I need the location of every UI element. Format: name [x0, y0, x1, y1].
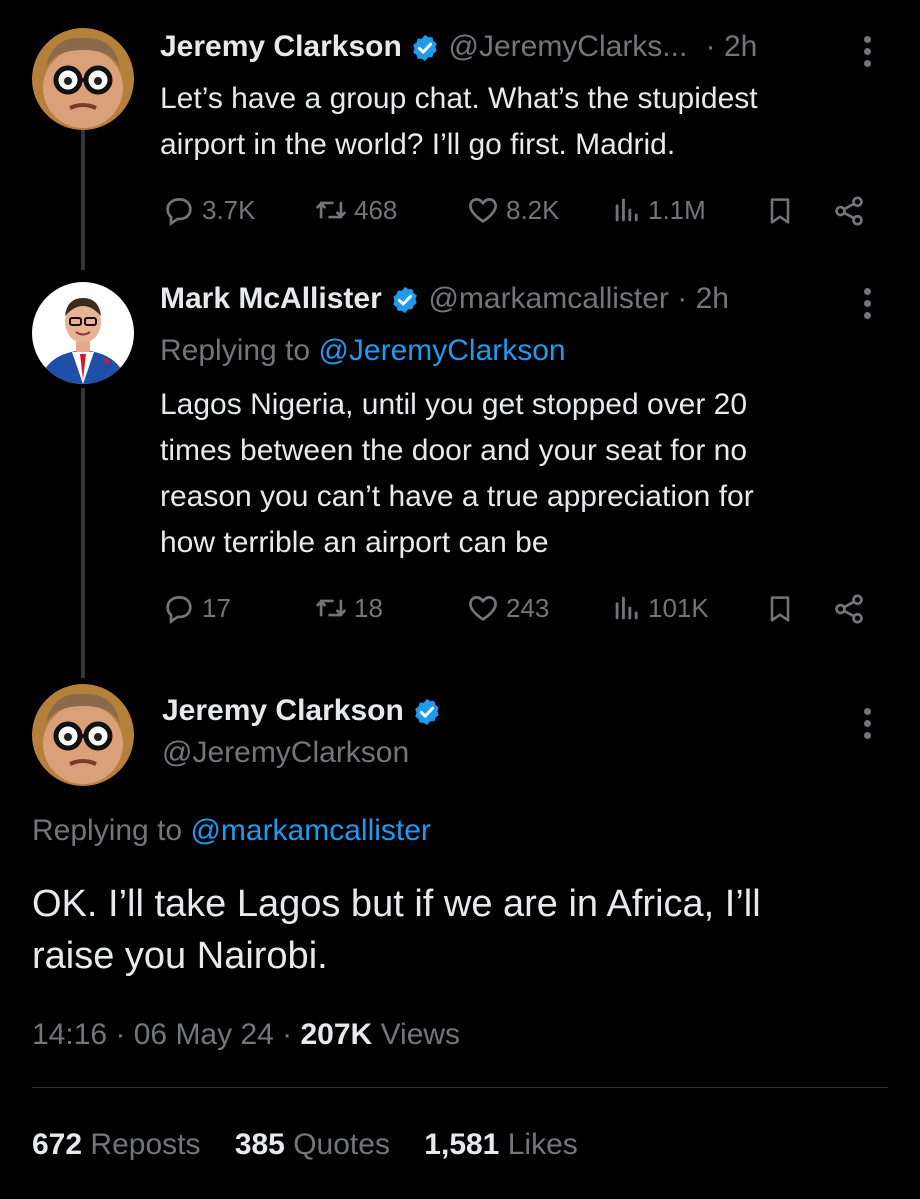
tweet-text: how terrible an airport can be [160, 526, 549, 559]
reply-button[interactable]: 17 [160, 591, 231, 625]
like-button[interactable]: 8.2K [464, 193, 560, 227]
avatar[interactable] [32, 282, 134, 384]
views-label: Views [380, 1018, 461, 1051]
repost-count: 468 [354, 194, 398, 225]
views-count: 1.1M [648, 194, 706, 225]
tweet-text: Lagos Nigeria, until you get stopped ove… [160, 388, 748, 421]
views-icon [615, 596, 638, 620]
quotes-label: Quotes [293, 1128, 390, 1161]
share-icon[interactable] [832, 194, 866, 228]
thread-line [81, 130, 85, 270]
tweet-text: times between the door and your seat for… [160, 434, 748, 467]
verified-icon [393, 286, 417, 314]
replying-to-handle[interactable]: @JeremyClarkson [318, 334, 565, 367]
likes-label: Likes [507, 1128, 578, 1161]
reposts-stat[interactable]: 672 Reposts [32, 1128, 200, 1161]
reply-count: 17 [202, 592, 231, 623]
thread-line [81, 388, 85, 678]
post-timestamp[interactable]: 14:16 · 06 May 24 · [32, 1018, 292, 1051]
more-options-icon[interactable] [864, 288, 874, 324]
avatar[interactable] [32, 684, 134, 786]
likes-count: 1,581 [424, 1128, 500, 1161]
verified-icon [415, 698, 439, 726]
bookmark-icon[interactable] [764, 592, 796, 626]
reply-icon [166, 198, 192, 227]
tweet-text: airport in the world? I’ll go first. Mad… [160, 128, 676, 161]
quotes-stat[interactable]: 385 Quotes [235, 1128, 390, 1161]
likes-stat[interactable]: 1,581 Likes [424, 1128, 577, 1161]
views-icon [615, 198, 638, 222]
views-button[interactable]: 1.1M [610, 193, 706, 227]
post-time[interactable]: · 2h [706, 30, 758, 63]
repost-icon [316, 599, 346, 617]
reply-button[interactable]: 3.7K [160, 193, 256, 227]
heart-icon [469, 596, 497, 621]
more-options-icon[interactable] [864, 708, 874, 744]
replying-to-handle[interactable]: @markamcallister [190, 814, 430, 847]
replying-to-label: Replying to [160, 334, 311, 367]
replying-to-label: Replying to [32, 814, 183, 847]
author-name[interactable]: Jeremy Clarkson [162, 694, 404, 727]
reposts-count: 672 [32, 1128, 83, 1161]
author-handle[interactable]: @markamcallister [428, 282, 668, 315]
tweet-text: raise you Nairobi. [32, 935, 328, 977]
avatar[interactable] [32, 28, 134, 130]
repost-icon [316, 201, 346, 219]
reposts-label: Reposts [90, 1128, 201, 1161]
views-count: 207K [300, 1018, 373, 1051]
share-icon[interactable] [832, 592, 866, 626]
more-options-icon[interactable] [864, 36, 874, 72]
reply-count: 3.7K [202, 194, 256, 225]
tweet-text: reason you can’t have a true appreciatio… [160, 480, 754, 513]
tweet-text: Let’s have a group chat. What’s the stup… [160, 82, 758, 115]
reply-icon [166, 596, 192, 625]
bookmark-icon[interactable] [764, 194, 796, 228]
like-count: 8.2K [506, 194, 560, 225]
views-count: 101K [648, 592, 709, 623]
author-name[interactable]: Mark McAllister [160, 282, 382, 315]
verified-icon [413, 34, 437, 62]
views-button[interactable]: 101K [610, 591, 709, 625]
author-name[interactable]: Jeremy Clarkson [160, 30, 402, 63]
like-count: 243 [506, 592, 550, 623]
repost-button[interactable]: 468 [312, 193, 397, 227]
tweet-text: OK. I’ll take Lagos but if we are in Afr… [32, 883, 761, 925]
divider [32, 1087, 888, 1088]
author-handle[interactable]: @JeremyClarkson [162, 736, 409, 770]
like-button[interactable]: 243 [464, 591, 549, 625]
post-time[interactable]: · 2h [677, 282, 729, 315]
author-handle[interactable]: @JeremyClarks... [449, 30, 688, 63]
heart-icon [469, 198, 497, 223]
quotes-count: 385 [234, 1128, 285, 1161]
repost-count: 18 [354, 592, 383, 623]
repost-button[interactable]: 18 [312, 591, 383, 625]
